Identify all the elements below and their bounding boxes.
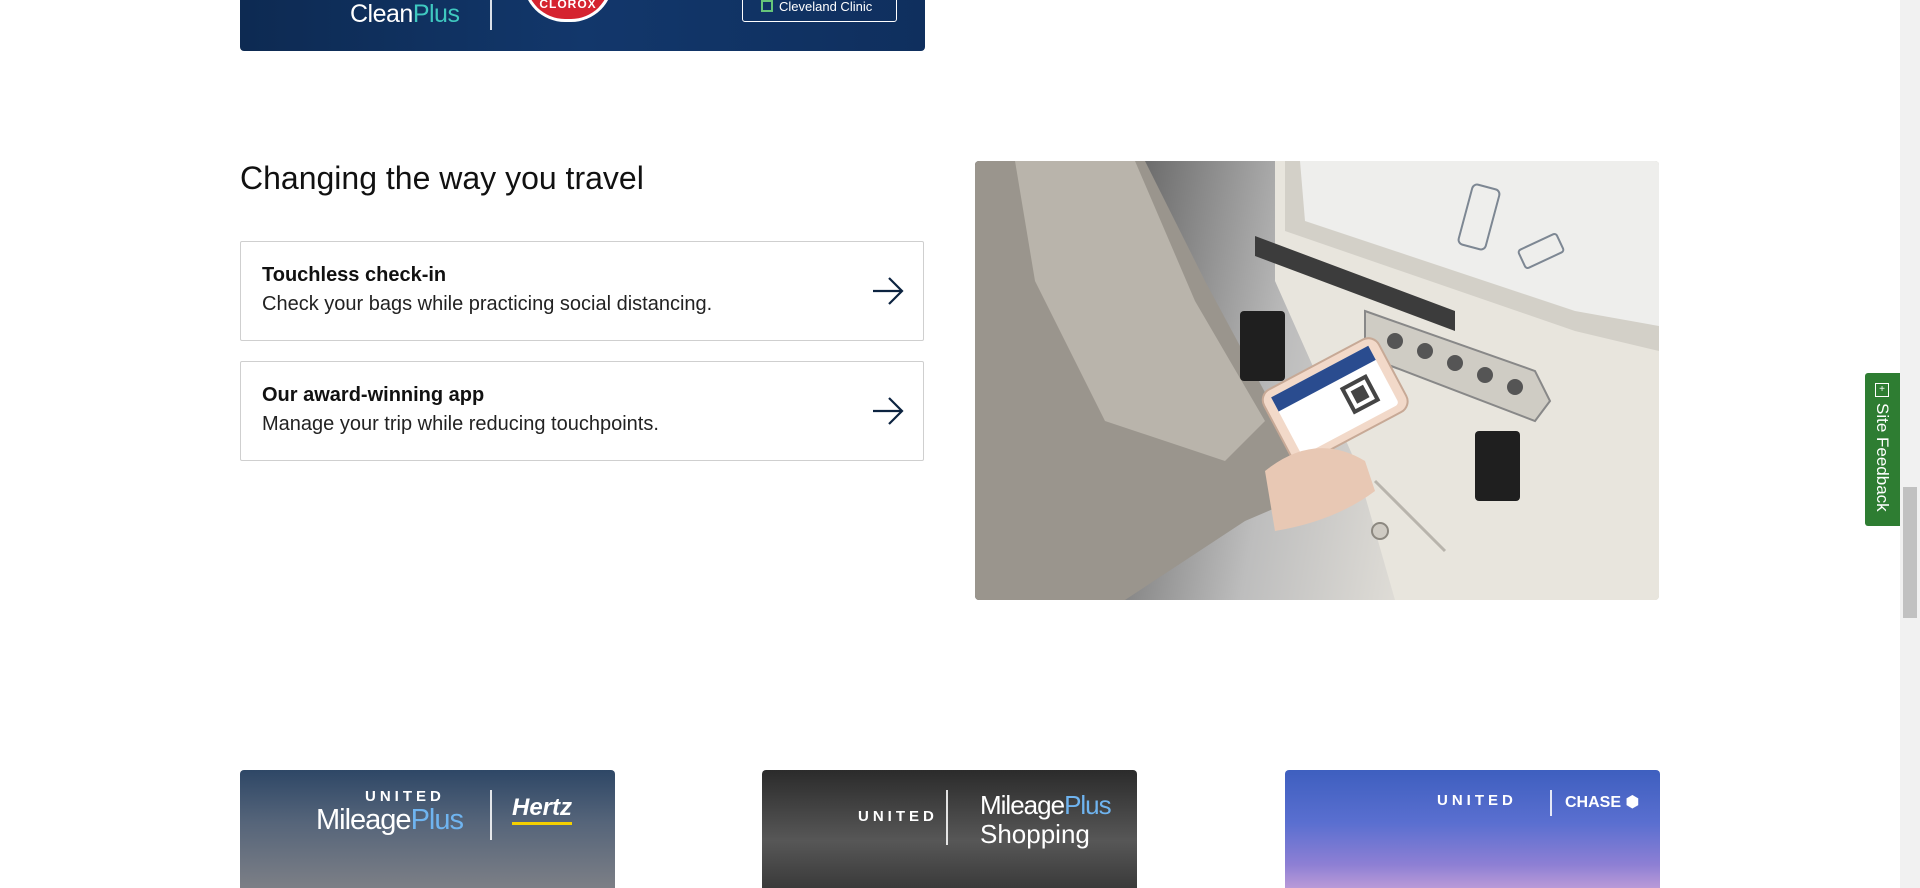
section-title: Changing the way you travel [240,160,644,196]
mileageplus-logo: MileagePlus [316,804,464,836]
card-title: Our award-winning app [262,384,485,406]
clorox-badge: CLOROX [523,0,613,22]
promo-divider [946,790,948,845]
arrow-right-icon[interactable] [871,276,905,306]
clinic-logo-icon [761,0,773,12]
kiosk-illustration [975,161,1659,600]
mileageplus-hertz-promo[interactable]: UNITED MileagePlus Hertz [240,770,615,888]
shopping-label: Shopping [980,819,1090,849]
site-feedback-label: Site Feedback [1873,403,1892,512]
feedback-icon: + [1875,383,1889,397]
chase-united-card-promo[interactable]: UNITED CHASE ⬢ [1285,770,1660,888]
award-winning-app-card[interactable]: Our award-winning app Manage your trip w… [240,361,924,461]
cleanplus-banner[interactable]: CleanPlus CLOROX Cleveland Clinic [240,0,925,51]
chase-octagon-icon: ⬢ [1625,794,1640,811]
touchless-checkin-card[interactable]: Touchless check-in Check your bags while… [240,241,924,341]
card-description: Manage your trip while reducing touchpoi… [262,413,659,435]
hertz-logo: Hertz [512,794,573,825]
cleveland-clinic-badge: Cleveland Clinic [742,0,897,22]
chase-logo: CHASE ⬢ [1565,794,1640,811]
kiosk-checkin-photo [975,161,1659,600]
banner-divider [490,0,492,30]
card-title: Touchless check-in [262,264,447,286]
card-description: Check your bags while practicing social … [262,293,713,315]
mileageplus-shopping-promo[interactable]: UNITED MileagePlus Shopping [762,770,1137,888]
promo-divider [1550,790,1552,816]
page-scrollbar[interactable] [1900,0,1920,888]
scrollbar-thumb[interactable] [1903,487,1917,618]
promo-divider [490,790,492,840]
arrow-right-icon[interactable] [871,396,905,426]
site-feedback-tab[interactable]: + Site Feedback [1865,373,1900,526]
cleanplus-logo: CleanPlus [350,0,460,28]
united-logo: UNITED [1437,792,1517,809]
mileageplus-logo: MileagePlus [980,790,1112,820]
united-logo: UNITED [365,788,445,805]
united-logo: UNITED [858,808,938,825]
